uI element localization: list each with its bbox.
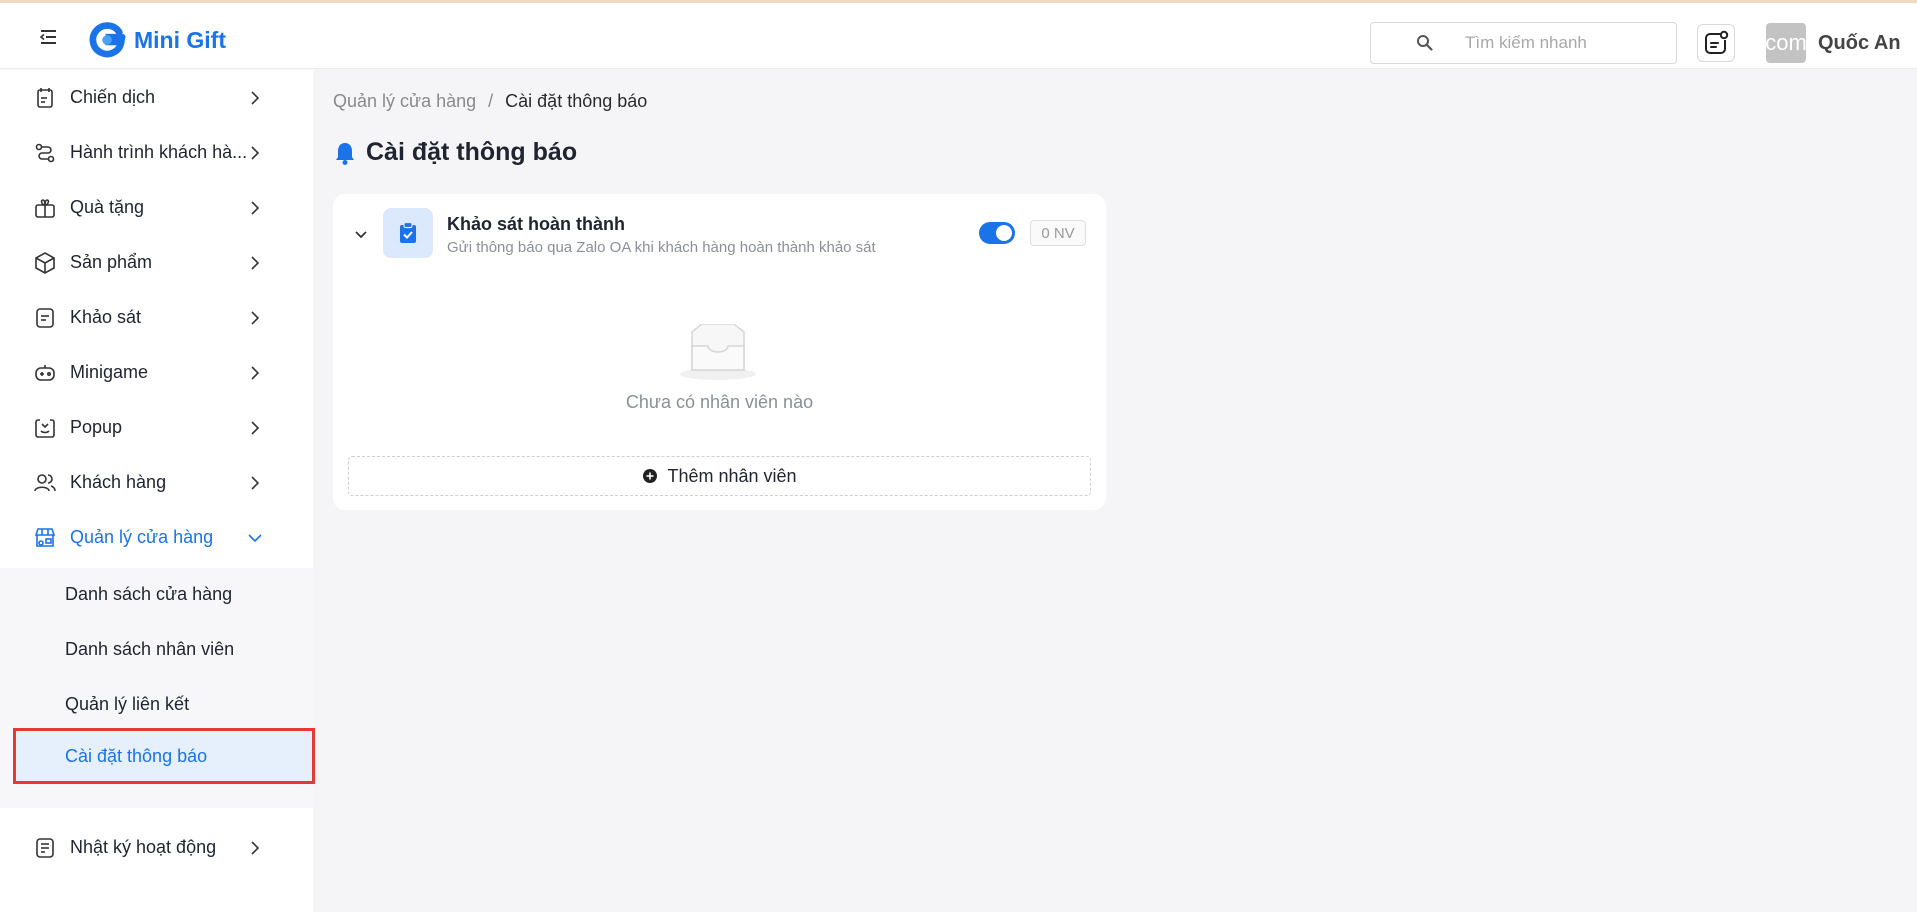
page-title: Cài đặt thông báo (366, 138, 578, 166)
notification-title: Khảo sát hoàn thành (447, 214, 626, 234)
menu-toggle-button[interactable] (36, 25, 62, 49)
survey-complete-icon-box (383, 208, 433, 258)
sidebar-item-gifts[interactable]: Quà tặng (0, 180, 313, 235)
user-name[interactable]: Quốc An (1818, 32, 1901, 55)
sidebar-item-customers[interactable]: Khách hàng (0, 455, 313, 510)
box-icon (35, 251, 55, 274)
sidebar: Chiến dịch Hành trình khách hà... Quà tặ… (0, 70, 315, 912)
chevron-down-icon (248, 533, 262, 542)
search-icon (1417, 35, 1433, 51)
menu-collapse-icon (39, 30, 56, 44)
breadcrumb: Quản lý cửa hàng / Cài đặt thông báo (333, 91, 647, 112)
store-icon (34, 527, 56, 547)
sidebar-item-label: Quản lý cửa hàng (70, 527, 214, 547)
chevron-right-icon (251, 145, 260, 160)
page-header: Cài đặt thông báo (334, 138, 577, 167)
notification-button[interactable] (1697, 24, 1735, 62)
clipboard-check-icon (400, 221, 416, 243)
notification-setting-card: Khảo sát hoàn thành Gửi thông báo qua Za… (333, 194, 1106, 510)
sidebar-item-label: Hành trình khách hà... (70, 142, 248, 162)
chevron-right-icon (251, 420, 260, 435)
logo-icon (89, 22, 126, 58)
gift-icon (35, 198, 55, 218)
avatar-text: com (1766, 30, 1806, 55)
chevron-right-icon (251, 90, 260, 105)
app-logo[interactable]: Mini Gift (88, 21, 226, 59)
expand-collapse-button[interactable] (351, 224, 371, 244)
bell-icon (336, 142, 354, 165)
sidebar-item-label: Popup (70, 417, 123, 437)
toggle-knob (996, 225, 1012, 241)
chevron-down-icon (355, 231, 367, 239)
store-management-submenu: Danh sách cửa hàng Danh sách nhân viên Q… (0, 568, 315, 808)
sidebar-item-customer-journey[interactable]: Hành trình khách hà... (0, 125, 313, 180)
submenu-item-label: Cài đặt thông báo (65, 745, 208, 766)
add-staff-button[interactable]: Thêm nhân viên (348, 456, 1091, 496)
submenu-item-label: Danh sách nhân viên (65, 638, 235, 659)
submenu-item-label: Danh sách cửa hàng (65, 583, 233, 604)
sidebar-item-label: Minigame (70, 362, 149, 382)
sidebar-item-survey[interactable]: Khảo sát (0, 290, 313, 345)
sidebar-item-popup[interactable]: Popup (0, 400, 313, 455)
plus-circle-icon (643, 469, 658, 483)
staff-count-badge: 0 NV (1030, 220, 1086, 246)
submenu-item-staff-list[interactable]: Danh sách nhân viên (13, 623, 315, 675)
submenu-item-link-management[interactable]: Quản lý liên kết (13, 678, 315, 730)
app-header: Mini Gift com Quốc An (0, 3, 1917, 69)
gamepad-icon (35, 364, 55, 381)
quick-search[interactable] (1370, 22, 1677, 64)
chevron-right-icon (251, 200, 260, 215)
sidebar-item-products[interactable]: Sản phẩm (0, 235, 313, 290)
sidebar-item-label: Chiến dịch (70, 87, 156, 107)
survey-icon (36, 307, 54, 328)
sidebar-item-minigame[interactable]: Minigame (0, 345, 313, 400)
notification-description: Gửi thông báo qua Zalo OA khi khách hàng… (447, 239, 876, 256)
chevron-right-icon (251, 365, 260, 380)
sidebar-item-campaign[interactable]: Chiến dịch (0, 70, 313, 125)
popup-icon (35, 418, 55, 438)
log-icon (36, 837, 54, 858)
chevron-right-icon (251, 255, 260, 270)
sidebar-item-activity-log[interactable]: Nhật ký hoạt động (0, 820, 313, 875)
search-input[interactable] (1465, 33, 1665, 53)
sidebar-item-label: Nhật ký hoạt động (70, 837, 217, 857)
notification-toggle[interactable] (979, 222, 1015, 244)
sidebar-item-label: Khảo sát (70, 307, 142, 327)
breadcrumb-current: Cài đặt thông báo (505, 91, 648, 111)
users-icon (34, 473, 56, 491)
add-staff-label: Thêm nhân viên (667, 465, 797, 486)
sidebar-item-label: Khách hàng (70, 472, 167, 492)
app-name: Mini Gift (134, 26, 226, 53)
submenu-item-notification-settings[interactable]: Cài đặt thông báo (13, 728, 315, 784)
submenu-item-label: Quản lý liên kết (65, 693, 190, 714)
breadcrumb-parent-link[interactable]: Quản lý cửa hàng (333, 91, 476, 112)
empty-inbox-icon (680, 324, 756, 380)
sidebar-item-store-management[interactable]: Quản lý cửa hàng (0, 510, 313, 565)
user-avatar[interactable]: com (1766, 23, 1806, 63)
sidebar-item-label: Quà tặng (70, 197, 145, 217)
sidebar-item-label: Sản phẩm (70, 252, 153, 272)
chat-notification-icon (1705, 30, 1729, 54)
route-icon (35, 143, 55, 162)
submenu-item-store-list[interactable]: Danh sách cửa hàng (13, 568, 315, 620)
chevron-right-icon (251, 475, 260, 490)
chevron-right-icon (251, 310, 260, 325)
campaign-icon (37, 87, 53, 108)
chevron-right-icon (251, 840, 260, 855)
empty-state-text: Chưa có nhân viên nào (625, 392, 814, 412)
breadcrumb-separator: / (488, 91, 494, 111)
